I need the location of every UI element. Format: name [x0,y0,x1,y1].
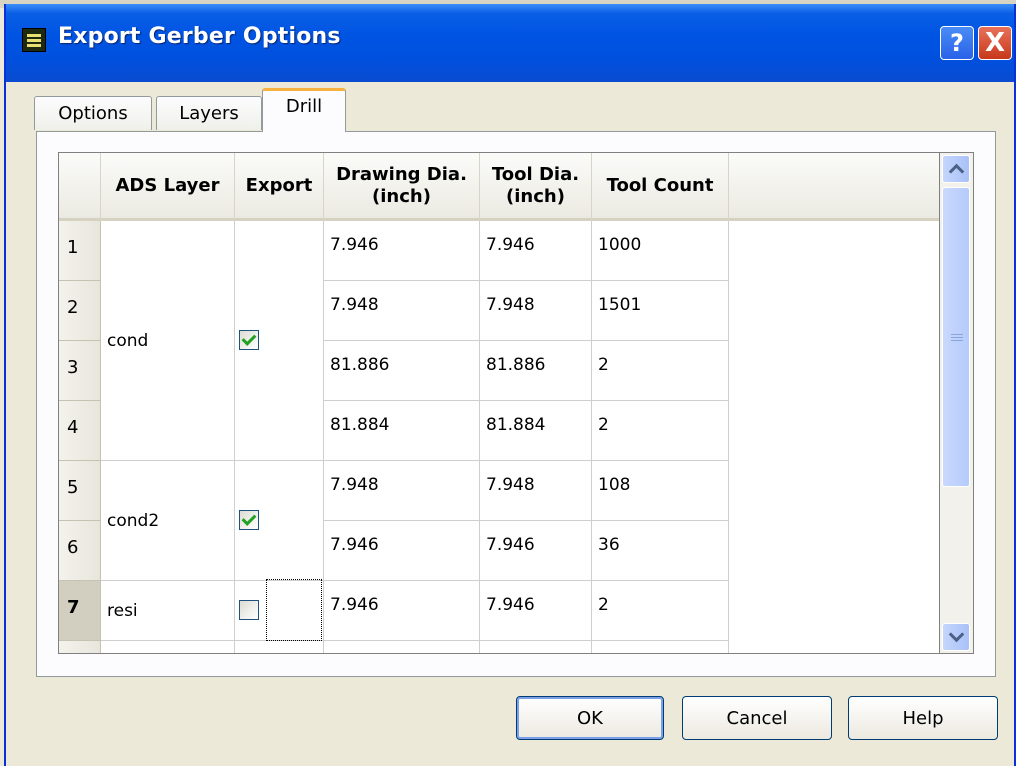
row-header [59,641,101,653]
drawing-dia-cell[interactable]: 7.948 [324,281,480,341]
grip-icon [951,334,963,335]
app-icon [22,28,46,52]
cancel-button[interactable]: Cancel [682,696,832,740]
vertical-scrollbar[interactable] [940,152,974,654]
drawing-dia-cell [324,641,480,653]
drawing-dia-cell[interactable]: 81.884 [324,401,480,461]
scroll-thumb[interactable] [942,187,970,487]
layer-cell[interactable]: resi [101,581,235,641]
row-header[interactable]: 1 [59,221,101,281]
grip-icon [951,340,963,341]
export-cell [235,641,324,653]
row-header-current[interactable]: 7 [59,581,101,641]
help-button[interactable]: Help [848,696,998,740]
drawing-dia-cell[interactable]: 7.946 [324,581,480,641]
row-header[interactable]: 4 [59,401,101,461]
tool-count-cell[interactable]: 36 [592,521,729,581]
drill-table: ADS Layer Export Drawing Dia. (inch) Too… [58,152,940,654]
layer-cell[interactable]: cond [101,221,235,461]
drawing-dia-cell[interactable]: 7.946 [324,521,480,581]
tool-count-cell [592,641,729,653]
row-header[interactable]: 5 [59,461,101,521]
column-header-ads-layer[interactable]: ADS Layer [101,153,235,221]
tool-count-cell[interactable]: 108 [592,461,729,521]
grip-icon [951,337,963,338]
drawing-dia-cell[interactable]: 7.948 [324,461,480,521]
layer-cell [101,641,235,653]
tool-dia-cell[interactable]: 7.946 [480,221,592,281]
layer-cell[interactable]: cond2 [101,461,235,581]
tool-dia-cell [480,641,592,653]
drawing-dia-cell[interactable]: 7.946 [324,221,480,281]
drawing-dia-cell[interactable]: 81.886 [324,341,480,401]
tool-dia-cell[interactable]: 81.886 [480,341,592,401]
tool-dia-cell[interactable]: 81.884 [480,401,592,461]
tool-count-cell[interactable]: 2 [592,341,729,401]
tool-dia-cell[interactable]: 7.948 [480,281,592,341]
focus-rectangle [266,579,322,641]
export-cell [235,221,324,461]
row-header[interactable]: 6 [59,521,101,581]
tool-count-cell[interactable]: 2 [592,401,729,461]
tool-count-cell[interactable]: 1000 [592,221,729,281]
corner-header [59,153,101,221]
column-header-tool-dia[interactable]: Tool Dia. (inch) [480,153,592,221]
tool-dia-cell[interactable]: 7.948 [480,461,592,521]
export-cell [235,579,324,641]
row-header[interactable]: 2 [59,281,101,341]
export-checkbox[interactable] [239,600,259,620]
tool-dia-cell[interactable]: 7.946 [480,581,592,641]
help-icon[interactable]: ? [940,26,974,60]
tool-count-cell[interactable]: 2 [592,581,729,641]
tab-options[interactable]: Options [34,96,152,130]
column-header-filler [729,153,939,221]
column-header-export[interactable]: Export [235,153,324,221]
close-icon[interactable]: X [978,26,1012,60]
scroll-down-icon[interactable] [942,623,970,651]
tool-dia-cell[interactable]: 7.946 [480,521,592,581]
export-checkbox[interactable] [239,510,259,530]
ok-button[interactable]: OK [516,696,664,740]
row-header[interactable]: 3 [59,341,101,401]
column-header-drawing-dia[interactable]: Drawing Dia. (inch) [324,153,480,221]
column-header-tool-count[interactable]: Tool Count [592,153,729,221]
export-cell [235,461,324,581]
tool-count-cell[interactable]: 1501 [592,281,729,341]
window-title: Export Gerber Options [58,24,341,49]
tab-layers[interactable]: Layers [156,96,262,130]
tab-drill[interactable]: Drill [262,88,346,132]
export-checkbox[interactable] [239,330,259,350]
scroll-up-icon[interactable] [942,155,970,183]
title-bar[interactable]: Export Gerber Options ? X [6,4,1014,82]
